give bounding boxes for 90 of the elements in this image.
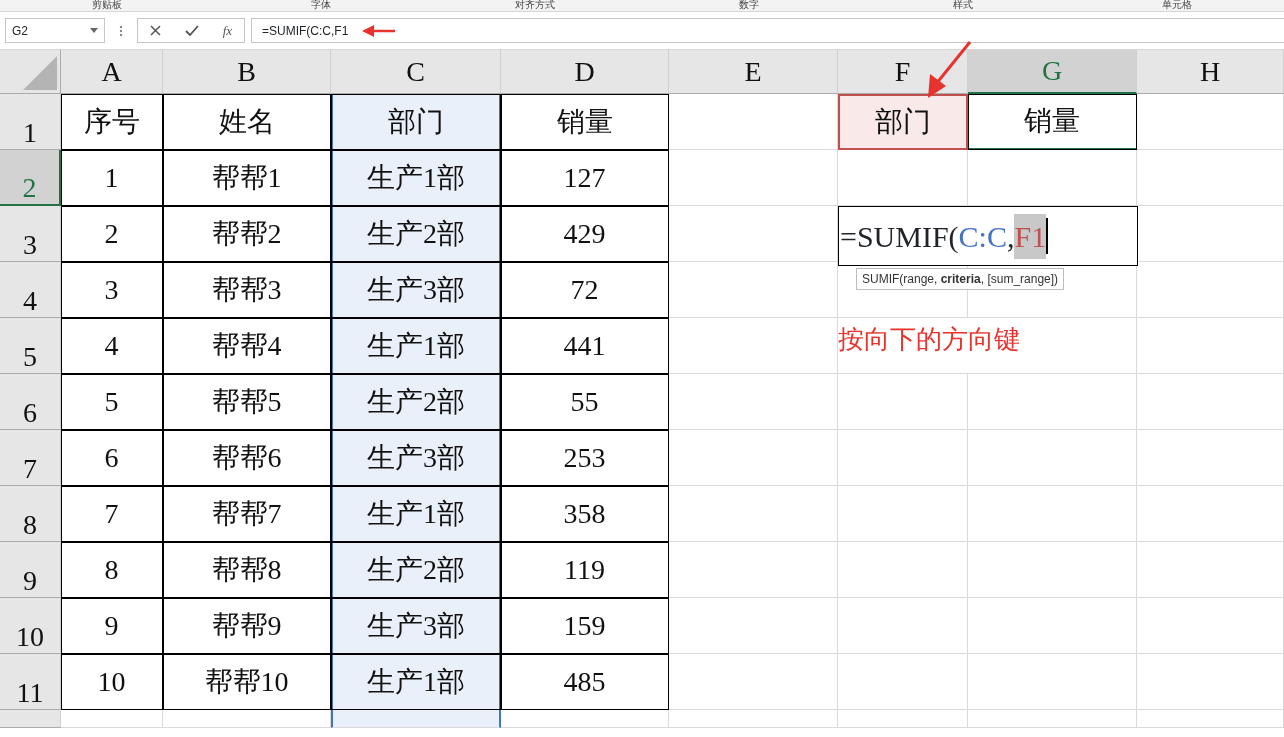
- table-cell: 253: [501, 430, 669, 486]
- column-header[interactable]: E: [669, 50, 838, 94]
- table-cell: 生产3部: [331, 262, 501, 318]
- table-cell: 441: [501, 318, 669, 374]
- row-header[interactable]: 3: [0, 206, 61, 262]
- table-cell: 生产2部: [331, 374, 501, 430]
- table-cell: 159: [501, 598, 669, 654]
- row-header[interactable]: 4: [0, 262, 61, 318]
- row-header[interactable]: 8: [0, 486, 61, 542]
- cell-editor[interactable]: =SUMIF(C:C,F1: [838, 206, 1138, 266]
- table-cell: 姓名: [163, 94, 331, 150]
- table-cell: 生产3部: [331, 430, 501, 486]
- column-header[interactable]: A: [61, 50, 163, 94]
- table-cell: 生产2部: [331, 542, 501, 598]
- ribbon-group-label: 单元格: [1161, 0, 1193, 11]
- table-cell: 7: [61, 486, 163, 542]
- table-cell: 序号: [61, 94, 163, 150]
- table-cell: 8: [61, 542, 163, 598]
- table-cell: 帮帮5: [163, 374, 331, 430]
- row-header[interactable]: 11: [0, 654, 61, 710]
- table-cell: 部门: [331, 94, 501, 150]
- row-header[interactable]: 5: [0, 318, 61, 374]
- table-cell: 生产1部: [331, 486, 501, 542]
- insert-function-button[interactable]: fx: [222, 20, 233, 41]
- row-header[interactable]: 7: [0, 430, 61, 486]
- table-cell: 帮帮1: [163, 150, 331, 206]
- triangle-icon: [23, 56, 57, 90]
- table-cell: 部门: [838, 94, 968, 150]
- table-cell: 485: [501, 654, 669, 710]
- table-cell: 帮帮9: [163, 598, 331, 654]
- row-header[interactable]: 6: [0, 374, 61, 430]
- column-header[interactable]: F: [838, 50, 968, 94]
- table-cell: 429: [501, 206, 669, 262]
- name-box[interactable]: G2: [5, 18, 105, 43]
- table-cell: 帮帮6: [163, 430, 331, 486]
- formula-text: =SUMIF(: [840, 218, 959, 255]
- cell-reference: C:C: [958, 218, 1007, 255]
- ribbon-group-label: 剪贴板: [91, 0, 123, 11]
- table-cell: 2: [61, 206, 163, 262]
- table-cell: 119: [501, 542, 669, 598]
- text-cursor: [1046, 218, 1049, 254]
- row-header[interactable]: 9: [0, 542, 61, 598]
- table-cell: 帮帮10: [163, 654, 331, 710]
- cancel-icon[interactable]: [149, 25, 161, 36]
- table-cell: 55: [501, 374, 669, 430]
- cell-reference: G2: [12, 22, 28, 40]
- cell-reference: F1: [1014, 213, 1047, 259]
- table-cell: 帮帮3: [163, 262, 331, 318]
- arrow-annotation: [362, 24, 397, 37]
- table-cell: 10: [61, 654, 163, 710]
- table-cell: 1: [61, 150, 163, 206]
- table-cell: 帮帮8: [163, 542, 331, 598]
- table-cell: 销量: [968, 94, 1137, 150]
- column-header[interactable]: H: [1137, 50, 1284, 94]
- dropdown-caret-icon: [90, 28, 98, 33]
- ribbon-group-label: 对齐方式: [514, 0, 556, 11]
- table-cell: 帮帮2: [163, 206, 331, 262]
- ribbon-group-label: 样式: [952, 0, 974, 11]
- formula-text: ,: [1006, 218, 1015, 255]
- check-icon[interactable]: [184, 25, 199, 36]
- table-cell: 72: [501, 262, 669, 318]
- table-cell: 销量: [501, 94, 669, 150]
- function-tooltip: SUMIF(range, criteria, [sum_range]): [856, 268, 1065, 290]
- table-cell: 生产1部: [331, 318, 501, 374]
- table-cell: 生产3部: [331, 598, 501, 654]
- vertical-dots-icon: [119, 24, 123, 37]
- row-header[interactable]: 10: [0, 598, 61, 654]
- column-header[interactable]: C: [331, 50, 501, 94]
- table-cell: 127: [501, 150, 669, 206]
- row-header[interactable]: 2: [0, 150, 61, 206]
- table-cell: 358: [501, 486, 669, 542]
- column-header[interactable]: G: [968, 50, 1137, 94]
- ribbon-group-label: 字体: [310, 0, 332, 11]
- formula-input[interactable]: =SUMIF(C:C,F1: [251, 18, 1284, 43]
- annotation-text: 按向下的方向键: [838, 318, 1137, 374]
- row-header[interactable]: 1: [0, 94, 61, 150]
- table-cell: 生产1部: [331, 150, 501, 206]
- table-cell: 6: [61, 430, 163, 486]
- ribbon-group-label: 数字: [738, 0, 760, 11]
- table-cell: 生产1部: [331, 654, 501, 710]
- formula-text: =SUMIF(C:C,F1: [262, 22, 349, 40]
- table-cell: 帮帮4: [163, 318, 331, 374]
- table-cell: 5: [61, 374, 163, 430]
- table-cell: 3: [61, 262, 163, 318]
- table-cell: 4: [61, 318, 163, 374]
- column-header[interactable]: B: [163, 50, 331, 94]
- column-header[interactable]: D: [501, 50, 669, 94]
- table-cell: 9: [61, 598, 163, 654]
- table-cell: 生产2部: [331, 206, 501, 262]
- table-cell: 帮帮7: [163, 486, 331, 542]
